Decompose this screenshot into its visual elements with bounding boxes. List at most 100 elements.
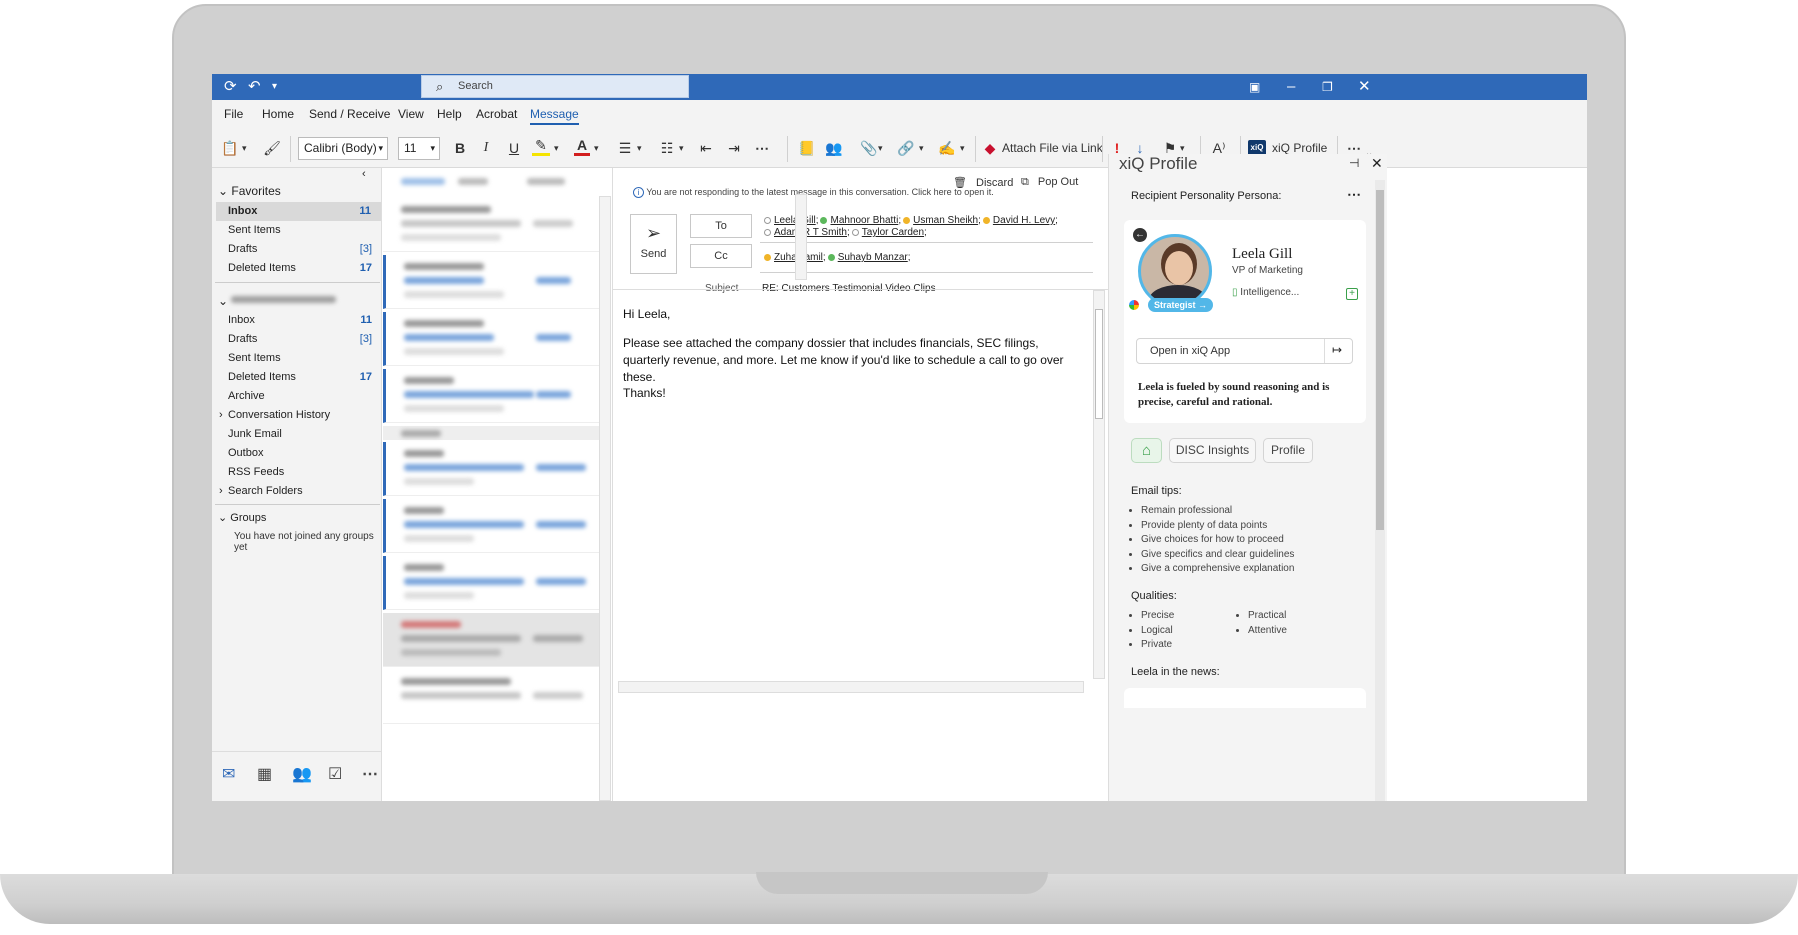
paste-dropdown-icon[interactable]: ▾ — [242, 136, 247, 160]
tab-send-receive[interactable]: Send / Receive — [309, 107, 390, 121]
highlight-icon[interactable]: ✎ — [532, 136, 550, 156]
folder-archive[interactable]: Archive — [212, 387, 382, 406]
sync-icon[interactable]: ⟳ — [224, 77, 237, 97]
link-dropdown-icon[interactable]: ▾ — [919, 136, 924, 160]
tab-profile[interactable]: Profile — [1263, 438, 1313, 463]
other-tab-redacted[interactable] — [458, 178, 488, 185]
format-painter-icon[interactable]: 🖌 — [262, 136, 282, 160]
tab-help[interactable]: Help — [437, 107, 462, 121]
signature-icon[interactable]: ✍ — [937, 136, 957, 160]
recipient-chip[interactable]: David H. Levy — [993, 215, 1055, 226]
folder-rss[interactable]: RSS Feeds — [212, 463, 382, 482]
open-xiq-app-button[interactable]: Open in xiQ App ↦ — [1136, 338, 1353, 364]
recipient-chip[interactable]: Adam R T Smith — [774, 227, 847, 238]
more-icon[interactable]: ⋯ — [752, 136, 772, 160]
folder-inbox-favorite[interactable]: Inbox 11 — [216, 202, 381, 221]
list-item[interactable] — [383, 369, 603, 423]
bullets-icon[interactable]: ☰ — [615, 136, 635, 160]
cc-field[interactable]: Zuha Jamil; Suhayb Manzar; — [762, 252, 911, 263]
conversation-info-bar[interactable]: i You are not responding to the latest m… — [633, 187, 994, 198]
favorites-header[interactable]: ⌄ Favorites — [218, 184, 281, 198]
people-icon[interactable]: 👥 — [292, 764, 312, 784]
undo-icon[interactable]: ↶ — [248, 77, 261, 97]
tab-message[interactable]: Message — [530, 107, 579, 125]
bullets-dropdown-icon[interactable]: ▾ — [637, 136, 642, 160]
back-icon[interactable]: ← — [1133, 228, 1147, 242]
calendar-icon[interactable]: ▦ — [257, 764, 272, 784]
tasks-icon[interactable]: ☑ — [328, 764, 342, 784]
italic-icon[interactable]: I — [478, 136, 494, 160]
header-scrollbar[interactable] — [795, 194, 807, 280]
qat-dropdown-icon[interactable]: ▾ — [272, 77, 277, 97]
collapse-pane-icon[interactable]: ‹ — [362, 168, 366, 180]
link-icon[interactable]: 🔗 — [896, 136, 916, 160]
cc-button[interactable]: Cc — [690, 244, 752, 268]
font-color-dropdown-icon[interactable]: ▾ — [594, 136, 599, 160]
attach-via-link-button[interactable]: Attach File via Link — [1002, 136, 1103, 160]
list-item[interactable] — [383, 556, 603, 610]
add-icon[interactable]: + — [1346, 288, 1358, 300]
folder-inbox[interactable]: Inbox 11 — [212, 311, 382, 330]
decrease-indent-icon[interactable]: ⇤ — [696, 136, 716, 160]
popout-button[interactable]: ⧉ Pop Out — [1021, 176, 1078, 189]
folder-deleted-favorite[interactable]: Deleted Items 17 — [212, 259, 382, 278]
numbering-icon[interactable]: ☷ — [657, 136, 677, 160]
company-link[interactable]: ▯ Intelligence... — [1232, 287, 1299, 298]
list-item[interactable] — [383, 442, 603, 496]
strategist-badge[interactable]: Strategist → — [1148, 298, 1214, 312]
list-item-selected[interactable] — [383, 613, 603, 667]
scroll-thumb[interactable] — [1095, 309, 1103, 419]
recipient-chip[interactable]: Taylor Carden — [862, 227, 924, 238]
font-name-select[interactable]: Calibri (Body) ▾ — [298, 137, 388, 160]
mail-icon[interactable]: ✉ — [222, 764, 235, 784]
highlight-dropdown-icon[interactable]: ▾ — [554, 136, 559, 160]
minimize-icon[interactable]: – — [1287, 77, 1295, 97]
search-box[interactable]: ⌕ Search — [421, 75, 689, 98]
xiq-scrollbar[interactable] — [1375, 180, 1385, 801]
close-panel-icon[interactable]: ✕ — [1371, 155, 1383, 172]
body-vertical-scrollbar[interactable] — [1093, 290, 1105, 679]
sort-redacted[interactable] — [527, 178, 565, 185]
to-button[interactable]: To — [690, 214, 752, 238]
folder-drafts-favorite[interactable]: Drafts [3] — [212, 240, 382, 259]
signature-dropdown-icon[interactable]: ▾ — [960, 136, 965, 160]
font-color-icon[interactable]: A — [574, 136, 590, 156]
recipient-chip[interactable]: Mahnoor Bhatti — [830, 215, 898, 226]
folder-outbox[interactable]: Outbox — [212, 444, 382, 463]
list-item[interactable] — [383, 499, 603, 553]
recipient-chip[interactable]: Usman Sheikh — [913, 215, 978, 226]
address-book-icon[interactable]: 📒 — [797, 136, 817, 160]
tab-disc-insights[interactable]: DISC Insights — [1169, 438, 1256, 463]
folder-junk[interactable]: Junk Email — [212, 425, 382, 444]
tab-home[interactable]: Home — [262, 107, 294, 121]
tab-file[interactable]: File — [224, 107, 243, 121]
list-item[interactable] — [383, 312, 603, 366]
pin-icon[interactable]: ⊣ — [1349, 156, 1359, 170]
focused-tab-redacted[interactable] — [401, 178, 445, 185]
font-size-select[interactable]: 11 ▾ — [398, 137, 440, 160]
more-modules-icon[interactable]: ⋯ — [362, 764, 378, 784]
list-item[interactable] — [383, 255, 603, 309]
folder-drafts[interactable]: Drafts [3] — [212, 330, 382, 349]
restore-icon[interactable]: ❐ — [1322, 77, 1333, 97]
groups-header[interactable]: ⌄ Groups — [218, 511, 266, 524]
message-body[interactable]: Hi Leela, Please see attached the compan… — [613, 289, 1108, 801]
ribbon-display-icon[interactable]: ▣ — [1249, 77, 1260, 97]
tab-acrobat[interactable]: Acrobat — [476, 107, 517, 121]
home-tab-icon[interactable]: ⌂ — [1131, 438, 1162, 463]
paste-icon[interactable]: 📋 — [220, 136, 240, 160]
folder-conversation-history[interactable]: › Conversation History — [212, 406, 382, 425]
persona-more-icon[interactable]: ⋯ — [1347, 186, 1361, 203]
attach-dropdown-icon[interactable]: ▾ — [878, 136, 883, 160]
folder-sent-favorite[interactable]: Sent Items — [212, 221, 382, 240]
send-button[interactable]: ➢ Send — [630, 214, 677, 274]
account-header[interactable]: ⌄ — [218, 294, 337, 308]
list-item[interactable] — [383, 198, 603, 252]
folder-deleted[interactable]: Deleted Items 17 — [212, 368, 382, 387]
scroll-thumb[interactable] — [1376, 190, 1384, 530]
recipient-chip[interactable]: Suhayb Manzar — [838, 252, 908, 263]
underline-icon[interactable]: U — [506, 136, 522, 160]
to-field-line2[interactable]: Adam R T Smith; Taylor Carden; — [762, 227, 927, 238]
body-horizontal-scrollbar[interactable] — [618, 681, 1084, 693]
increase-indent-icon[interactable]: ⇥ — [724, 136, 744, 160]
